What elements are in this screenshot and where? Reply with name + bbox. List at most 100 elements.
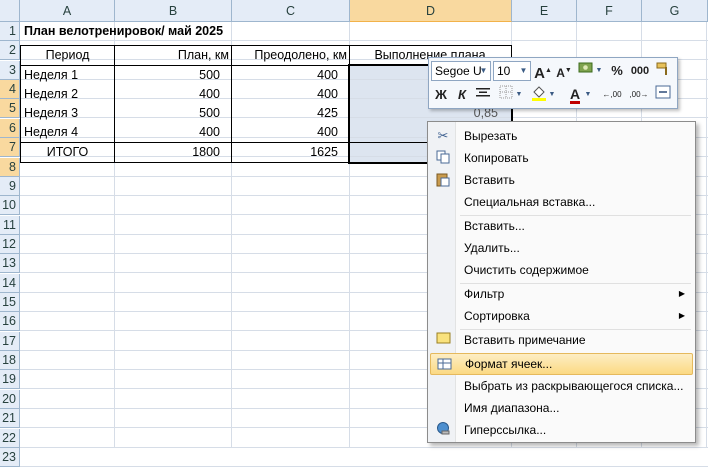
row-header-16[interactable]: 16 (0, 312, 20, 331)
align-center-button[interactable] (474, 85, 492, 105)
row-header-9[interactable]: 9 (0, 177, 20, 196)
row-header-21[interactable]: 21 (0, 409, 20, 428)
menu-item-delete[interactable]: Удалить... (430, 237, 693, 259)
menu-item-insert[interactable]: Вставить... (430, 215, 693, 237)
submenu-arrow-icon: ▶ (678, 289, 685, 298)
menu-item-sort[interactable]: Сортировка ▶ (430, 305, 693, 327)
fill-color-icon (532, 86, 546, 101)
row-header-17[interactable]: 17 (0, 332, 20, 351)
italic-button[interactable]: К (453, 85, 471, 105)
cell-a8-total-label[interactable]: ИТОГО (20, 143, 115, 162)
cell-a7[interactable]: Неделя 4 (24, 123, 114, 142)
font-size-dropdown[interactable]: 10 ▼ (493, 61, 531, 81)
shrink-font-button[interactable]: A▼ (555, 61, 573, 81)
sheet-title[interactable]: План велотренировок/ май 2025 (24, 22, 344, 41)
font-name-dropdown[interactable]: Segoe U ▼ (431, 61, 491, 81)
row-header-2[interactable]: 2 (0, 41, 20, 60)
increase-decimal-button[interactable]: ,00→ (627, 85, 651, 105)
font-name-value: Segoe U (435, 64, 482, 78)
format-painter-icon (656, 62, 667, 75)
menu-item-pick-from-list[interactable]: Выбрать из раскрывающегося списка... (430, 375, 693, 397)
column-header-b[interactable]: B (115, 0, 232, 22)
row-header-18[interactable]: 18 (0, 351, 20, 370)
font-size-value: 10 (497, 64, 511, 78)
row-header-4[interactable]: 4 (0, 80, 20, 99)
cell-c6[interactable]: 425 (232, 104, 350, 123)
fill-color-button[interactable] (530, 85, 548, 105)
menu-item-label: Гиперссылка... (464, 423, 547, 437)
column-header-c[interactable]: C (232, 0, 350, 22)
row-header-11[interactable]: 11 (0, 216, 20, 235)
row-header-23[interactable]: 23 (0, 448, 20, 467)
menu-item-insert-comment[interactable]: Вставить примечание (430, 329, 693, 351)
merge-cells-icon (655, 85, 671, 99)
select-all-corner[interactable] (0, 0, 20, 22)
menu-item-format-cells[interactable]: Формат ячеек... (430, 353, 693, 375)
decrease-decimal-button[interactable]: ←,00 (599, 85, 625, 105)
cell-c4[interactable]: 400 (232, 66, 350, 85)
currency-dropdown-arrow[interactable]: ▼ (595, 61, 603, 81)
row-header-8[interactable]: 8 (0, 158, 20, 177)
cell-b7[interactable]: 400 (115, 123, 232, 142)
font-color-dropdown-arrow[interactable]: ▼ (584, 85, 592, 105)
row-header-20[interactable]: 20 (0, 390, 20, 409)
menu-item-filter[interactable]: Фильтр ▶ (430, 283, 693, 305)
menu-item-clear-contents[interactable]: Очистить содержимое (430, 259, 693, 281)
column-header-a[interactable]: A (20, 0, 115, 22)
menu-item-label: Фильтр (464, 287, 505, 301)
row-header-12[interactable]: 12 (0, 235, 20, 254)
header-done[interactable]: Преодолено, км (232, 46, 350, 65)
row-header-7[interactable]: 7 (0, 138, 20, 157)
cell-c8-total[interactable]: 1625 (232, 143, 350, 162)
column-header-g[interactable]: G (642, 0, 708, 22)
cell-b6[interactable]: 500 (115, 104, 232, 123)
menu-item-label: Очистить содержимое (464, 263, 589, 277)
row-header-10[interactable]: 10 (0, 196, 20, 215)
header-plan[interactable]: План, км (115, 46, 232, 65)
fill-color-dropdown-arrow[interactable]: ▼ (548, 85, 556, 105)
cell-b8-total[interactable]: 1800 (115, 143, 232, 162)
menu-item-paste[interactable]: Вставить (430, 169, 693, 191)
row-header-15[interactable]: 15 (0, 293, 20, 312)
align-center-icon (476, 88, 490, 97)
spreadsheet[interactable]: A B C D E F G 1 2 3 4 5 6 7 8 9 10 11 12 13 14 15 16 17 1… (0, 0, 708, 467)
menu-item-hyperlink[interactable]: Гиперссылка... (430, 419, 693, 441)
borders-button[interactable] (497, 85, 515, 105)
menu-item-name-range[interactable]: Имя диапазона... (430, 397, 693, 419)
row-header-13[interactable]: 13 (0, 254, 20, 273)
cell-a6[interactable]: Неделя 3 (24, 104, 114, 123)
merge-cells-button[interactable] (654, 85, 672, 105)
column-header-f[interactable]: F (577, 0, 642, 22)
row-header-14[interactable]: 14 (0, 274, 20, 293)
currency-format-button[interactable] (577, 61, 595, 81)
percent-format-button[interactable]: % (609, 61, 625, 81)
row-header-1[interactable]: 1 (0, 22, 20, 41)
column-header-d[interactable]: D (350, 0, 512, 22)
menu-item-paste-special[interactable]: Специальная вставка... (430, 191, 693, 213)
cell-c5[interactable]: 400 (232, 85, 350, 104)
column-header-e[interactable]: E (512, 0, 577, 22)
grow-font-button[interactable]: A▲ (534, 61, 552, 82)
cell-b4[interactable]: 500 (115, 66, 232, 85)
font-color-button[interactable]: A (566, 85, 584, 105)
row-header-5[interactable]: 5 (0, 99, 20, 118)
menu-item-copy[interactable]: Копировать (430, 147, 693, 169)
grow-font-icon: A (534, 65, 545, 82)
cell-a5[interactable]: Неделя 2 (24, 85, 114, 104)
cell-c7[interactable]: 400 (232, 123, 350, 142)
row-header-3[interactable]: 3 (0, 61, 20, 80)
thousands-separator-button[interactable]: 000 (629, 61, 651, 81)
comment-icon (435, 332, 451, 348)
menu-item-cut[interactable]: ✂ Вырезать (430, 125, 693, 147)
cell-a4[interactable]: Неделя 1 (24, 66, 114, 85)
row-header-22[interactable]: 22 (0, 429, 20, 448)
format-cells-icon (436, 357, 452, 373)
submenu-arrow-icon: ▶ (678, 311, 685, 320)
bold-button[interactable]: Ж (432, 85, 450, 105)
row-header-19[interactable]: 19 (0, 370, 20, 389)
borders-dropdown-arrow[interactable]: ▼ (515, 85, 523, 105)
cell-b5[interactable]: 400 (115, 85, 232, 104)
row-header-6[interactable]: 6 (0, 119, 20, 138)
header-period[interactable]: Период (20, 46, 115, 65)
format-painter-button[interactable] (654, 61, 672, 81)
